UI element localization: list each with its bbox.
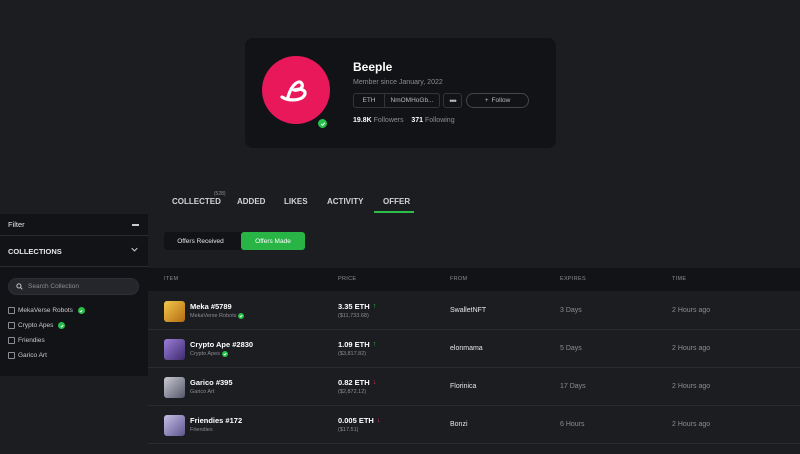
item-name[interactable]: Meka #5789	[190, 302, 232, 311]
collection-filter-mekaverse[interactable]: MekaVerse Robots	[8, 307, 85, 314]
filter-header[interactable]: Filter	[0, 214, 148, 236]
beeple-logo-icon	[280, 80, 307, 102]
offer-price: 0.005 ETH ↓	[338, 416, 381, 425]
item-collection: Garico Art	[190, 389, 215, 395]
arrow-down-icon: ↓	[372, 379, 377, 386]
arrow-up-icon: ↑	[372, 303, 377, 310]
nft-thumbnail[interactable]	[164, 415, 185, 436]
item-collection: Crypto Apes	[190, 351, 228, 357]
member-since: Member since January, 2022	[353, 79, 443, 86]
profile-avatar	[262, 56, 330, 124]
verified-check-icon	[58, 322, 66, 329]
checkbox[interactable]	[8, 307, 15, 314]
collection-filter-friendies[interactable]: Friendies	[8, 337, 45, 344]
more-options-button[interactable]: •••	[443, 93, 462, 108]
follow-button[interactable]: + Follow	[466, 93, 529, 108]
table-row[interactable]: Crypto Ape #2830 Crypto Apes 1.09 ETH ↑ (…	[148, 330, 800, 368]
collection-filter-garico-art[interactable]: Garico Art	[8, 352, 47, 359]
offer-price: 3.35 ETH ↑	[338, 302, 377, 311]
search-icon	[16, 283, 23, 290]
offer-from[interactable]: Bonzi	[450, 421, 468, 428]
offer-expires: 17 Days	[560, 383, 586, 390]
offer-price-usd: ($2,872.12)	[338, 389, 367, 395]
tab-offer[interactable]: OFFER	[383, 197, 410, 206]
offers-table-header: ITEM PRICE FROM EXPIRES TIME	[148, 268, 800, 291]
verified-check-icon	[77, 307, 85, 314]
offer-time: 2 Hours ago	[672, 307, 711, 314]
search-input[interactable]	[28, 283, 128, 290]
offer-time: 2 Hours ago	[672, 383, 711, 390]
active-tab-indicator	[374, 211, 414, 213]
offer-from[interactable]: SwalletNFT	[450, 307, 486, 314]
item-name[interactable]: Crypto Ape #2830	[190, 340, 253, 349]
offer-expires: 5 Days	[560, 345, 582, 352]
arrow-up-icon: ↑	[372, 341, 377, 348]
offer-price: 1.09 ETH ↑	[338, 340, 377, 349]
profile-card: Beeple Member since January, 2022 ETH Nm…	[245, 38, 556, 148]
chain-chip[interactable]: ETH	[353, 93, 384, 108]
offer-price-usd: ($11,733.68)	[338, 313, 369, 319]
following-label: Following	[425, 117, 455, 124]
column-header-expires[interactable]: EXPIRES	[560, 276, 586, 282]
offer-type-toggle: Offers Received Offers Made	[164, 232, 305, 250]
offer-from[interactable]: Florinica	[450, 383, 476, 390]
followers-count: 19.8K	[353, 117, 372, 124]
filter-sidebar: Filter COLLECTIONS MekaVerse Robots Cryp…	[0, 214, 148, 376]
table-row[interactable]: Friendies #172 Friendies 0.005 ETH ↓ ($17…	[148, 406, 800, 444]
verified-check-icon	[317, 118, 328, 129]
offer-time: 2 Hours ago	[672, 345, 711, 352]
table-row[interactable]: Garico #395 Garico Art 0.82 ETH ↓ ($2,872…	[148, 368, 800, 406]
collection-filter-crypto-apes[interactable]: Crypto Apes	[8, 322, 66, 329]
nft-thumbnail[interactable]	[164, 301, 185, 322]
tab-likes[interactable]: LIKES	[284, 197, 308, 206]
filter-title: Filter	[8, 220, 25, 229]
offers-made-button[interactable]: Offers Made	[241, 232, 305, 250]
verified-check-icon	[238, 313, 245, 319]
collected-count: (528)	[213, 191, 226, 197]
column-header-item[interactable]: ITEM	[164, 276, 178, 282]
offers-received-button[interactable]: Offers Received	[164, 232, 237, 250]
column-header-time[interactable]: TIME	[672, 276, 686, 282]
profile-stats: 19.8K Followers 371 Following	[353, 117, 455, 124]
profile-name: Beeple	[353, 60, 393, 74]
checkbox[interactable]	[8, 352, 15, 359]
collection-search[interactable]	[8, 278, 139, 295]
offer-price-usd: ($17.51)	[338, 427, 359, 433]
followers-label: Followers	[373, 117, 404, 124]
wallet-address-chip[interactable]: NmOMHoGb...	[384, 93, 440, 108]
collapse-filter-icon[interactable]	[132, 224, 139, 226]
column-header-from[interactable]: FROM	[450, 276, 467, 282]
offer-from[interactable]: elonmama	[450, 345, 483, 352]
tab-collected[interactable]: COLLECTED (528)	[172, 191, 226, 206]
nft-thumbnail[interactable]	[164, 377, 185, 398]
nft-thumbnail[interactable]	[164, 339, 185, 360]
chevron-down-icon[interactable]	[131, 247, 138, 254]
table-row[interactable]: Meka #5789 MekaVerse Robots 3.35 ETH ↑ ($…	[148, 292, 800, 330]
plus-icon: +	[484, 97, 489, 104]
follow-label: Follow	[491, 97, 511, 104]
collections-title: COLLECTIONS	[8, 247, 62, 256]
following-count: 371	[411, 117, 424, 124]
column-header-price[interactable]: PRICE	[338, 276, 356, 282]
item-collection: MekaVerse Robots	[190, 313, 245, 319]
verified-check-icon	[221, 351, 228, 357]
checkbox[interactable]	[8, 337, 15, 344]
offer-price: 0.82 ETH ↓	[338, 378, 377, 387]
collections-header[interactable]: COLLECTIONS	[0, 237, 148, 267]
offer-time: 2 Hours ago	[672, 421, 711, 428]
offer-expires: 6 Hours	[560, 421, 585, 428]
offer-expires: 3 Days	[560, 307, 582, 314]
item-name[interactable]: Garico #395	[190, 378, 233, 387]
tab-added[interactable]: ADDED	[237, 197, 265, 206]
arrow-down-icon: ↓	[376, 417, 381, 424]
offer-price-usd: ($3,817.82)	[338, 351, 367, 357]
tab-activity[interactable]: ACTIVITY	[327, 197, 363, 206]
item-collection: Friendies	[190, 427, 213, 433]
checkbox[interactable]	[8, 322, 15, 329]
item-name[interactable]: Friendies #172	[190, 416, 242, 425]
